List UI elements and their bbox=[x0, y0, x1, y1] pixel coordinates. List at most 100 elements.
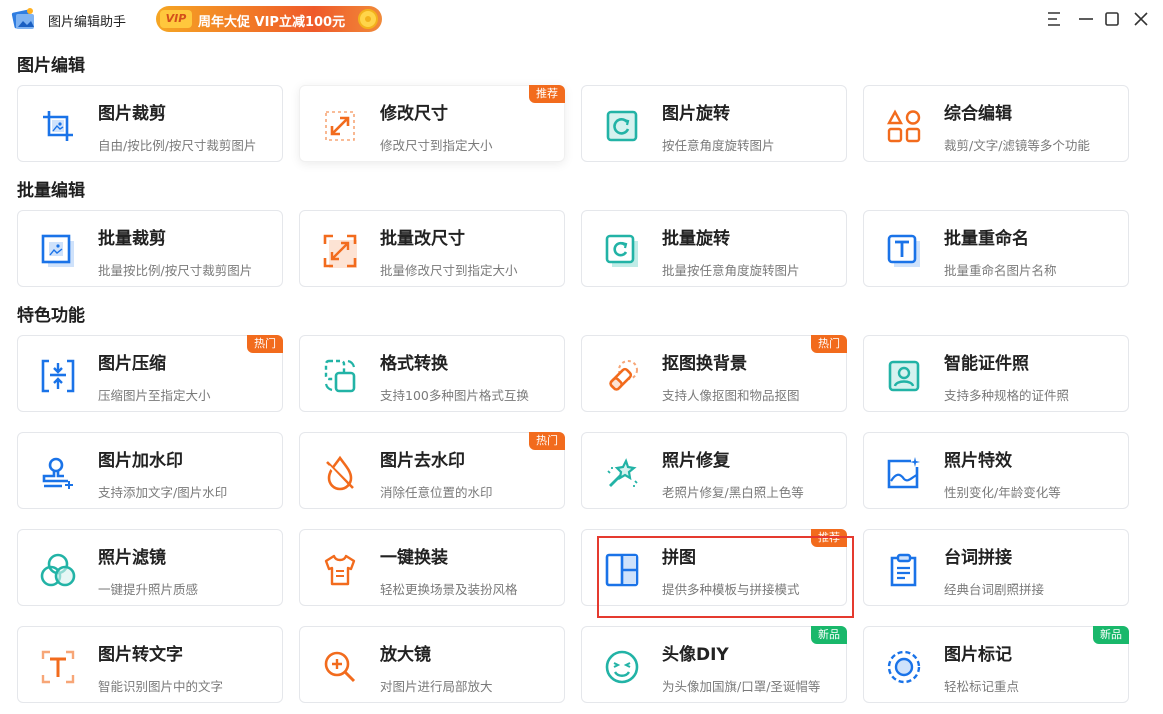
card-remove-watermark[interactable]: 图片去水印 消除任意位置的水印 热门 bbox=[299, 432, 565, 509]
card-desc: 批量重命名图片名称 bbox=[944, 263, 1057, 278]
card-desc: 支持添加文字/图片水印 bbox=[98, 485, 228, 500]
maximize-icon[interactable] bbox=[1101, 8, 1123, 30]
section-title-batch-edit: 批量编辑 bbox=[17, 181, 85, 201]
card-title: 图片旋转 bbox=[662, 104, 730, 124]
card-desc: 轻松标记重点 bbox=[944, 679, 1020, 694]
card-title: 头像DIY bbox=[662, 645, 729, 665]
clipboard-icon bbox=[884, 550, 924, 590]
card-cutout-background[interactable]: 抠图换背景 支持人像抠图和物品抠图 热门 bbox=[581, 335, 847, 412]
card-title: 批量重命名 bbox=[944, 229, 1029, 249]
convert-icon bbox=[320, 356, 360, 396]
card-comprehensive-edit[interactable]: 综合编辑 裁剪/文字/滤镜等多个功能 bbox=[863, 85, 1129, 162]
card-title: 图片转文字 bbox=[98, 645, 183, 665]
card-desc: 按任意角度旋转图片 bbox=[662, 138, 775, 153]
section-title-image-edit: 图片编辑 bbox=[17, 56, 85, 76]
card-title: 放大镜 bbox=[380, 645, 431, 665]
card-desc: 压缩图片至指定大小 bbox=[98, 388, 211, 403]
batch-resize-icon bbox=[320, 231, 360, 271]
card-title: 图片压缩 bbox=[98, 354, 166, 374]
card-title: 批量裁剪 bbox=[98, 229, 166, 249]
card-desc: 支持人像抠图和物品抠图 bbox=[662, 388, 800, 403]
card-title: 一键换装 bbox=[380, 548, 448, 568]
card-image-to-text[interactable]: 图片转文字 智能识别图片中的文字 bbox=[17, 626, 283, 703]
new-badge: 新品 bbox=[1093, 626, 1129, 644]
card-title: 批量改尺寸 bbox=[380, 229, 465, 249]
card-desc: 裁剪/文字/滤镜等多个功能 bbox=[944, 138, 1090, 153]
card-desc: 对图片进行局部放大 bbox=[380, 679, 493, 694]
card-title: 照片修复 bbox=[662, 451, 730, 471]
stamp-icon bbox=[38, 453, 78, 493]
card-outfit-change[interactable]: 一键换装 轻松更换场景及装扮风格 bbox=[299, 529, 565, 606]
highlight-outline bbox=[597, 536, 854, 618]
card-title: 图片裁剪 bbox=[98, 104, 166, 124]
smiley-icon bbox=[602, 647, 642, 687]
hot-badge: 热门 bbox=[247, 335, 283, 353]
app-title: 图片编辑助手 bbox=[48, 15, 127, 30]
card-photo-effects[interactable]: 照片特效 性别变化/年龄变化等 bbox=[863, 432, 1129, 509]
card-desc: 消除任意位置的水印 bbox=[380, 485, 493, 500]
card-desc: 批量按任意角度旋转图片 bbox=[662, 263, 800, 278]
card-desc: 经典台词剧照拼接 bbox=[944, 582, 1045, 597]
ocr-icon bbox=[38, 647, 78, 687]
vip-badge: VIP bbox=[160, 10, 192, 28]
card-batch-resize[interactable]: 批量改尺寸 批量修改尺寸到指定大小 bbox=[299, 210, 565, 287]
app-logo-icon bbox=[10, 6, 38, 32]
card-desc: 老照片修复/黑白照上色等 bbox=[662, 485, 804, 500]
card-smart-id-photo[interactable]: 智能证件照 支持多种规格的证件照 bbox=[863, 335, 1129, 412]
card-batch-rotate[interactable]: 批量旋转 批量按任意角度旋转图片 bbox=[581, 210, 847, 287]
card-resize[interactable]: 修改尺寸 修改尺寸到指定大小 推荐 bbox=[299, 85, 565, 162]
card-image-crop[interactable]: 图片裁剪 自由/按比例/按尺寸裁剪图片 bbox=[17, 85, 283, 162]
recommend-badge: 推荐 bbox=[529, 85, 565, 103]
card-image-mark[interactable]: 图片标记 轻松标记重点 新品 bbox=[863, 626, 1129, 703]
mark-icon bbox=[884, 647, 924, 687]
drop-off-icon bbox=[320, 453, 360, 493]
batch-crop-icon bbox=[38, 231, 78, 271]
eraser-icon bbox=[602, 356, 642, 396]
card-title: 批量旋转 bbox=[662, 229, 730, 249]
card-photo-filter[interactable]: 照片滤镜 一键提升照片质感 bbox=[17, 529, 283, 606]
card-batch-crop[interactable]: 批量裁剪 批量按比例/按尺寸裁剪图片 bbox=[17, 210, 283, 287]
close-icon[interactable] bbox=[1130, 8, 1152, 30]
card-desc: 轻松更换场景及装扮风格 bbox=[380, 582, 518, 597]
landscape-icon bbox=[884, 453, 924, 493]
card-batch-rename[interactable]: 批量重命名 批量重命名图片名称 bbox=[863, 210, 1129, 287]
card-title: 修改尺寸 bbox=[380, 104, 448, 124]
id-photo-icon bbox=[884, 356, 924, 396]
card-desc: 修改尺寸到指定大小 bbox=[380, 138, 493, 153]
resize-icon bbox=[320, 106, 360, 146]
card-title: 智能证件照 bbox=[944, 354, 1029, 374]
hot-badge: 热门 bbox=[529, 432, 565, 450]
card-title: 图片标记 bbox=[944, 645, 1012, 665]
card-desc: 自由/按比例/按尺寸裁剪图片 bbox=[98, 138, 257, 153]
card-magnifier[interactable]: 放大镜 对图片进行局部放大 bbox=[299, 626, 565, 703]
rotate-icon bbox=[602, 106, 642, 146]
menu-icon[interactable] bbox=[1043, 8, 1065, 30]
card-title: 台词拼接 bbox=[944, 548, 1012, 568]
shapes-icon bbox=[884, 106, 924, 146]
card-image-compress[interactable]: 图片压缩 压缩图片至指定大小 热门 bbox=[17, 335, 283, 412]
card-subtitle-stitch[interactable]: 台词拼接 经典台词剧照拼接 bbox=[863, 529, 1129, 606]
compress-icon bbox=[38, 356, 78, 396]
shirt-icon bbox=[320, 550, 360, 590]
card-add-watermark[interactable]: 图片加水印 支持添加文字/图片水印 bbox=[17, 432, 283, 509]
card-desc: 支持100多种图片格式互换 bbox=[380, 388, 529, 403]
card-desc: 支持多种规格的证件照 bbox=[944, 388, 1070, 403]
magic-wand-icon bbox=[602, 453, 642, 493]
card-format-convert[interactable]: 格式转换 支持100多种图片格式互换 bbox=[299, 335, 565, 412]
card-desc: 一键提升照片质感 bbox=[98, 582, 199, 597]
hot-badge: 热门 bbox=[811, 335, 847, 353]
card-title: 照片特效 bbox=[944, 451, 1012, 471]
filter-icon bbox=[38, 550, 78, 590]
card-title: 照片滤镜 bbox=[98, 548, 166, 568]
card-title: 综合编辑 bbox=[944, 104, 1012, 124]
vip-promo-banner[interactable]: VIP 周年大促 VIP立减100元 bbox=[156, 6, 382, 32]
card-title: 格式转换 bbox=[380, 354, 448, 374]
minimize-icon[interactable] bbox=[1075, 8, 1097, 30]
magnifier-icon bbox=[320, 647, 360, 687]
coin-icon bbox=[358, 9, 378, 29]
card-photo-restore[interactable]: 照片修复 老照片修复/黑白照上色等 bbox=[581, 432, 847, 509]
card-image-rotate[interactable]: 图片旋转 按任意角度旋转图片 bbox=[581, 85, 847, 162]
card-title: 图片加水印 bbox=[98, 451, 183, 471]
card-avatar-diy[interactable]: 头像DIY 为头像加国旗/口罩/圣诞帽等 新品 bbox=[581, 626, 847, 703]
card-desc: 批量修改尺寸到指定大小 bbox=[380, 263, 518, 278]
